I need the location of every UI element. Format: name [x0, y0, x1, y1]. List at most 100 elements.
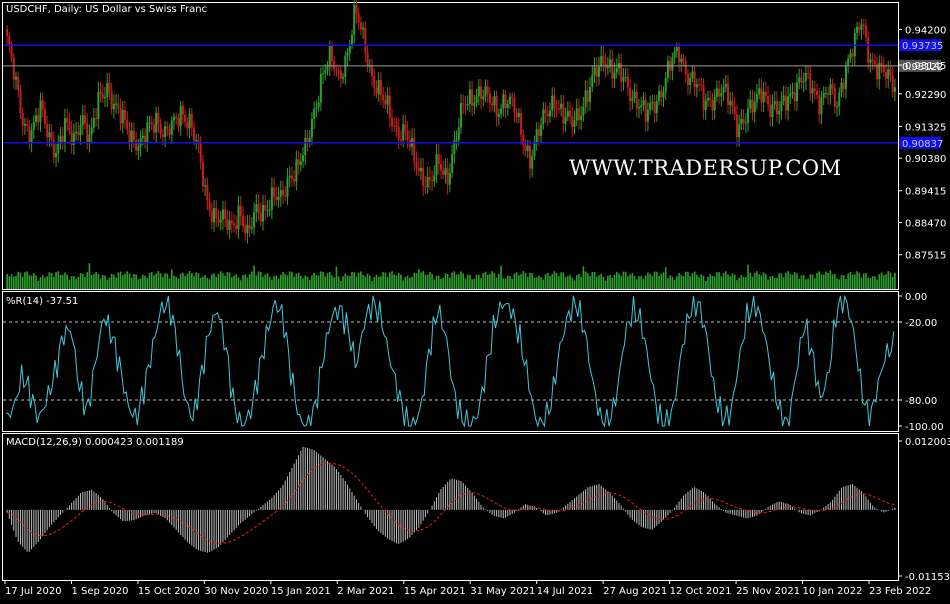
candle-body: [384, 100, 387, 105]
candle-body: [844, 65, 847, 89]
candle-body: [228, 220, 231, 230]
price-tick-label: 0.91325: [905, 122, 946, 133]
candle-body: [304, 137, 307, 156]
volume-bar: [731, 273, 734, 289]
candle-body: [193, 127, 196, 141]
volume-bar: [391, 271, 393, 289]
candle-body: [268, 209, 271, 211]
volume-bar: [515, 272, 518, 289]
volume-bar: [874, 276, 876, 289]
candle-body: [506, 103, 509, 108]
volume-bar: [827, 272, 829, 289]
candle-body: [633, 91, 636, 99]
volume-bar: [61, 274, 64, 289]
candle-body: [553, 95, 556, 109]
volume-bar: [538, 275, 540, 289]
candle-body: [686, 74, 689, 86]
volume-bar: [549, 276, 551, 289]
candle-body: [760, 88, 763, 103]
candle-body: [533, 142, 536, 156]
volume-bar: [702, 275, 705, 289]
volume-bar: [393, 274, 396, 289]
candle-body: [597, 66, 600, 77]
volume-bar: [442, 277, 445, 289]
macd-tick-label: -0.011530: [905, 572, 950, 583]
volume-bar: [716, 272, 718, 289]
candle-body: [88, 134, 91, 143]
candle-body: [508, 96, 511, 104]
volume-bar: [446, 274, 449, 289]
volume-bar: [673, 280, 676, 289]
volume-bar: [573, 280, 576, 289]
date-tick-label: 30 Nov 2020: [204, 586, 268, 597]
candle-body: [811, 88, 814, 94]
candle-body: [439, 164, 442, 171]
level-price-label: 0.93735: [902, 41, 943, 52]
volume-bar: [558, 276, 560, 289]
volume-bar: [206, 277, 209, 289]
candle-body: [190, 113, 193, 128]
candle-body: [718, 88, 721, 97]
volume-bar: [669, 275, 671, 289]
candle-body: [288, 175, 291, 178]
candle-body: [417, 167, 420, 172]
candle-body: [678, 46, 681, 63]
candle-body: [698, 84, 701, 86]
volume-bar: [377, 276, 380, 289]
volume-bar: [865, 273, 867, 289]
volume-bar: [796, 273, 798, 289]
candle-body: [526, 145, 529, 151]
candle-body: [330, 46, 333, 62]
volume-bar: [217, 273, 220, 289]
volume-bar: [660, 273, 663, 289]
volume-bar: [589, 275, 591, 289]
volume-bar: [785, 272, 787, 289]
volume-bar: [535, 277, 538, 289]
candle-body: [12, 57, 15, 80]
volume-bar: [157, 271, 160, 289]
volume-bar: [678, 273, 680, 289]
candle-body: [722, 87, 725, 93]
candle-body: [551, 95, 554, 111]
volume-bar: [498, 273, 500, 289]
candle-body: [391, 117, 394, 126]
volume-bar: [696, 274, 698, 289]
candle-body: [795, 82, 798, 102]
candle-body: [35, 115, 38, 123]
volume-bar: [335, 266, 338, 289]
volume-bar: [836, 278, 838, 289]
volume-bar: [773, 278, 776, 289]
candle-body: [860, 24, 863, 30]
volume-bar: [829, 270, 832, 289]
candle-body: [255, 204, 258, 213]
volume-bar: [37, 280, 40, 289]
volume-bar: [73, 276, 75, 289]
candle-body: [179, 105, 182, 127]
candle-body: [159, 124, 162, 135]
volume-bar: [295, 273, 298, 289]
volume-bar: [587, 273, 589, 289]
candle-body: [595, 67, 598, 77]
candle-body: [337, 70, 340, 72]
volume-bar: [6, 274, 8, 289]
volume-bar: [455, 274, 458, 289]
date-tick-label: 15 Apr 2021: [404, 586, 466, 597]
volume-bar: [380, 276, 382, 289]
volume-bar: [480, 278, 482, 289]
candle-body: [17, 76, 20, 91]
candle-body: [406, 130, 409, 140]
candle-body: [66, 118, 69, 123]
candle-body: [235, 224, 238, 230]
volume-bar: [671, 276, 674, 289]
candle-body: [477, 86, 480, 97]
volume-bar: [404, 276, 407, 289]
volume-bar: [620, 275, 623, 289]
candle-body: [749, 99, 752, 109]
candle-body: [115, 103, 118, 105]
volume-bar: [798, 278, 801, 289]
volume-bar: [142, 274, 144, 289]
candle-body: [829, 84, 832, 95]
candle-body: [437, 154, 440, 165]
volume-bar: [219, 271, 222, 289]
volume-bar: [262, 276, 264, 289]
